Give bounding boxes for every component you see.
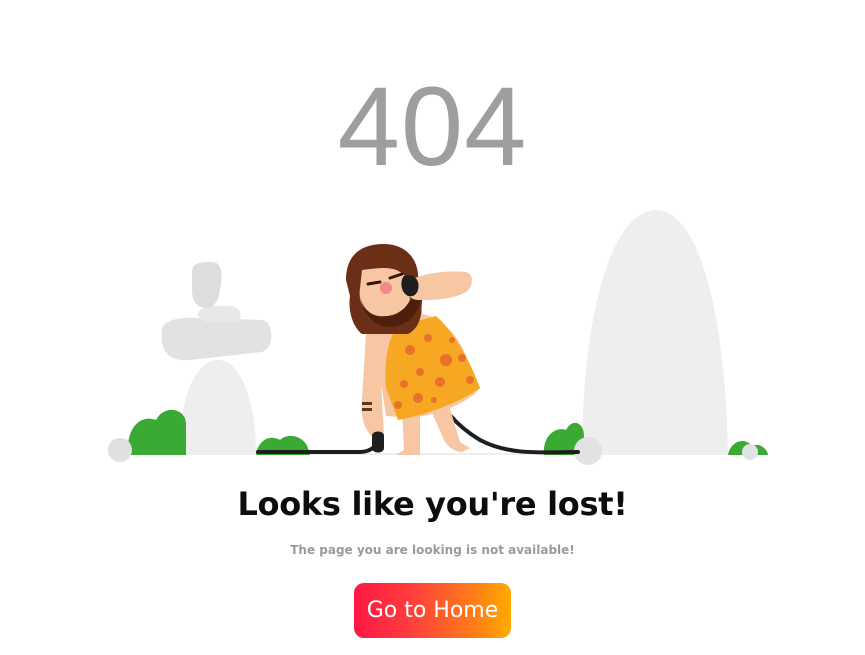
- error-page: 404 Looks like you're lost! The page you…: [0, 0, 865, 655]
- tall-rock-icon: [582, 209, 728, 455]
- error-message: The page you are looking is not availabl…: [290, 543, 575, 557]
- plug-icon: [372, 431, 384, 453]
- page-title: Looks like you're lost!: [237, 485, 628, 523]
- go-home-button[interactable]: Go to Home: [354, 583, 511, 638]
